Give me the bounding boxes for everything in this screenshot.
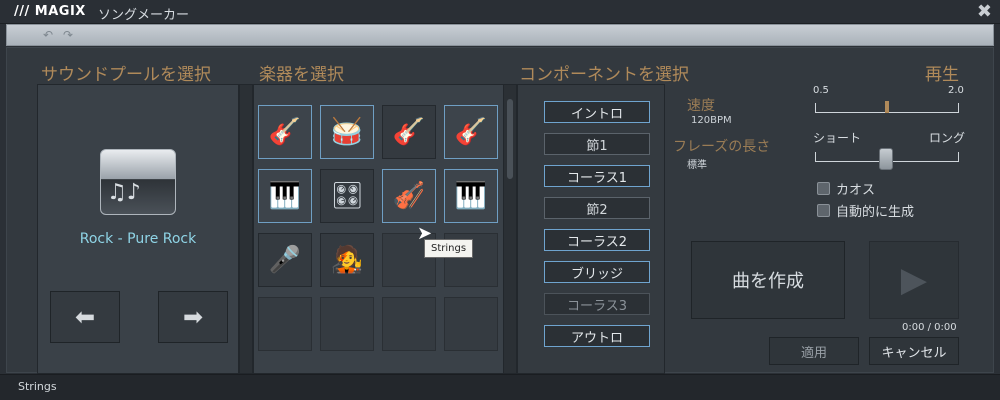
auto-generate-checkbox[interactable]: 自動的に生成 [817,201,914,220]
sound-pool-panel: ♫♪ Rock - Pure Rock ⬅ ➡ [37,84,239,374]
component-verse2[interactable]: 節2 [544,197,650,219]
playback-heading: 再生 [925,65,959,85]
create-song-button[interactable]: 曲を作成 [691,241,845,319]
next-pool-button[interactable]: ➡ [158,291,228,343]
chaos-checkbox-label: カオス [836,183,876,198]
phrase-length-label: フレーズの長さ [673,139,771,155]
component-outro[interactable]: アウトロ [544,325,650,347]
piano-icon: 🎹 [268,181,302,211]
instrument-slot-synth[interactable]: 🎛 [320,169,374,223]
instrument-scrollbar[interactable] [503,84,517,374]
window-title: ソングメーカー [98,8,190,23]
component-chorus2[interactable]: コーラス2 [544,229,650,251]
synthesizer-icon: 🎛 [330,181,364,211]
violin-icon: 🎻 [392,181,426,211]
speed-label: 速度 [687,98,715,114]
toolbar: ↶ ↷ [6,24,994,46]
auto-generate-checkbox-box[interactable] [817,204,830,217]
sound-pool-name: Rock - Pure Rock [79,231,197,247]
playback-time: 0:00 / 0:00 [902,322,957,333]
sound-pool-heading: サウンドプールを選択 [41,65,211,85]
auto-generate-checkbox-label: 自動的に生成 [836,205,915,220]
acoustic-guitar-icon: 🎸 [454,117,488,147]
drum-kit-icon: 🥁 [330,117,364,147]
speed-slider-knob[interactable] [885,101,889,113]
instrument-slot-acoustic-guitar[interactable]: 🎸 [382,105,436,159]
component-intro[interactable]: イントロ [544,101,650,123]
component-bridge[interactable]: ブリッジ [544,261,650,283]
redo-icon[interactable]: ↷ [63,28,73,42]
component-chorus3[interactable]: コーラス3 [544,293,650,315]
speed-value: 120BPM [691,115,732,126]
component-chorus1[interactable]: コーラス1 [544,165,650,187]
instrument-panel: 🎸 🥁 🎸 🎸 🎹 🎛 🎻 🎹 🎤 🧑‍🎤 [253,84,505,374]
status-text: Strings [18,380,57,393]
electric-guitar-icon: 🎸 [268,117,302,147]
instrument-slot-drums[interactable]: 🥁 [320,105,374,159]
instrument-slot-keyboard[interactable]: 🎹 [444,169,498,223]
microphone-icon: 🎤 [268,245,302,275]
component-heading: コンポーネントを選択 [519,65,689,85]
instrument-slot-vocalist[interactable]: 🧑‍🎤 [320,233,374,287]
sound-pool-icon[interactable]: ♫♪ [100,149,176,215]
speed-max-label: 2.0 [948,85,964,96]
chaos-checkbox[interactable]: カオス [817,179,875,198]
component-panel: イントロ 節1 コーラス1 節2 コーラス2 ブリッジ コーラス3 アウトロ [517,84,665,374]
acoustic-guitar-icon: 🎸 [392,117,426,147]
chaos-checkbox-box[interactable] [817,182,830,195]
pool-scroll-strip[interactable] [239,84,253,374]
instrument-tooltip: Strings [424,239,474,258]
status-bar: Strings [0,374,1000,400]
undo-icon[interactable]: ↶ [43,28,53,42]
close-icon[interactable]: ✖ [977,1,992,22]
apply-button[interactable]: 適用 [769,337,859,365]
play-button[interactable]: ▶ [869,241,959,319]
music-notes-icon: ♫♪ [107,180,141,205]
phrase-short-label: ショート [813,131,862,145]
component-verse1[interactable]: 節1 [544,133,650,155]
instrument-slot-strings[interactable]: 🎻 [382,169,436,223]
instrument-slot-piano[interactable]: 🎹 [258,169,312,223]
instrument-slot-acoustic-guitar-2[interactable]: 🎸 [444,105,498,159]
main-panel: サウンドプールを選択 楽器を選択 コンポーネントを選択 再生 ♫♪ Rock -… [6,47,994,374]
keyboard-icon: 🎹 [454,181,488,211]
scrollbar-thumb[interactable] [507,99,513,179]
magix-logo: /// MAGIX [14,4,86,19]
instrument-slot-empty [444,297,498,351]
instrument-slot-empty [382,297,436,351]
instrument-heading: 楽器を選択 [259,65,344,85]
phrase-long-label: ロング [929,131,966,145]
instrument-slot-electric-guitar[interactable]: 🎸 [258,105,312,159]
title-bar: /// MAGIX ソングメーカー ✖ [0,0,1000,24]
arrow-right-icon: ➡ [182,303,204,331]
play-icon: ▶ [900,260,928,300]
instrument-slot-empty [320,297,374,351]
instrument-slot-empty [258,297,312,351]
phrase-length-value: 標準 [687,160,707,171]
instrument-slot-microphone[interactable]: 🎤 [258,233,312,287]
vocalist-icon: 🧑‍🎤 [330,245,364,275]
prev-pool-button[interactable]: ⬅ [50,291,120,343]
arrow-left-icon: ⬅ [74,303,96,331]
speed-min-label: 0.5 [813,85,829,96]
phrase-length-knob[interactable] [879,148,893,170]
cancel-button[interactable]: キャンセル [869,337,959,365]
